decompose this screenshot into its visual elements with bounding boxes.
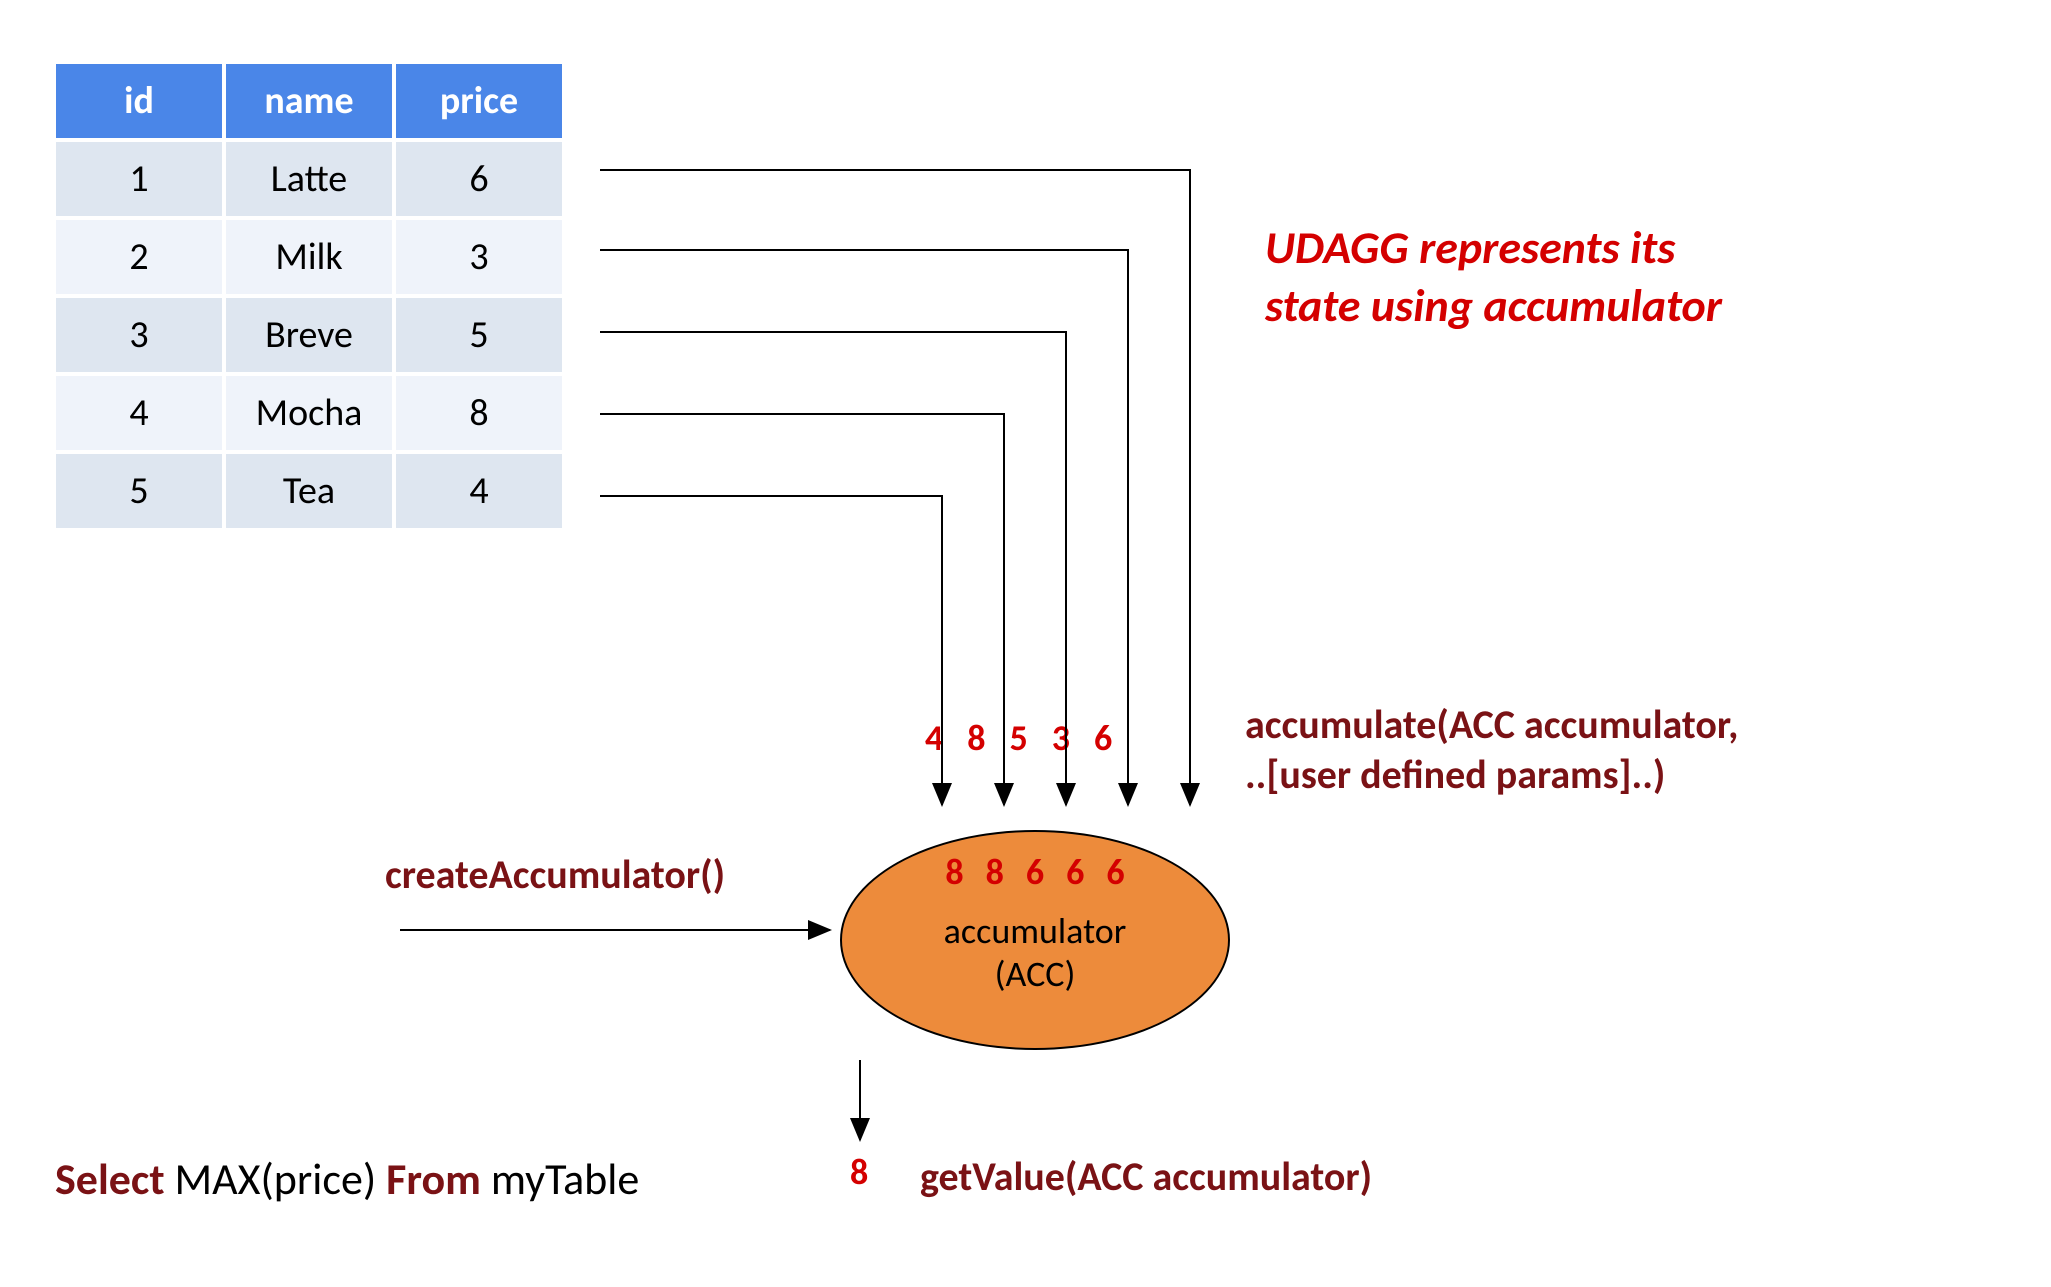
accumulator-label: accumulator (ACC) <box>944 910 1127 996</box>
cell: Breve <box>224 296 394 374</box>
row-arrow-5 <box>600 496 942 805</box>
col-name: name <box>224 62 394 140</box>
col-id: id <box>54 62 224 140</box>
incoming-value: 5 <box>1010 716 1028 760</box>
table-row: 1 Latte 6 <box>54 140 564 218</box>
cell: 6 <box>394 140 564 218</box>
incoming-value: 3 <box>1052 716 1070 760</box>
inner-value: 8 <box>986 850 1004 894</box>
label-accumulate: accumulate(ACC accumulator, ..[user defi… <box>1245 700 1739 800</box>
cell: 5 <box>394 296 564 374</box>
row-arrow-1 <box>600 170 1190 805</box>
inner-value: 6 <box>1106 850 1124 894</box>
label-createAccumulator: createAccumulator() <box>385 850 725 899</box>
accumulator-ellipse: 8 8 6 6 6 accumulator (ACC) <box>840 830 1230 1050</box>
table-row: 4 Mocha 8 <box>54 374 564 452</box>
table-row: 5 Tea 4 <box>54 452 564 530</box>
cell: 1 <box>54 140 224 218</box>
incoming-values: 4 8 5 3 6 <box>925 716 1112 760</box>
inner-value: 8 <box>945 850 963 894</box>
source-table: id name price 1 Latte 6 2 Milk 3 3 Breve… <box>52 60 566 532</box>
cell: Milk <box>224 218 394 296</box>
acc-label-line: (ACC) <box>944 953 1127 996</box>
caption-line: state using accumulator <box>1265 278 1722 336</box>
cell: Latte <box>224 140 394 218</box>
cell: 3 <box>394 218 564 296</box>
cell: 3 <box>54 296 224 374</box>
cell: Mocha <box>224 374 394 452</box>
sql-token: MAX(price) <box>175 1152 387 1206</box>
sql-token: From <box>386 1152 491 1206</box>
sql-token: Select <box>55 1152 175 1206</box>
label-accumulate-line: ..[user defined params]..) <box>1245 750 1665 799</box>
output-value: 8 <box>850 1150 868 1194</box>
caption-line: UDAGG represents its <box>1265 220 1722 278</box>
incoming-value: 4 <box>925 716 943 760</box>
cell: 4 <box>394 452 564 530</box>
incoming-value: 6 <box>1094 716 1112 760</box>
inner-values: 8 8 6 6 6 <box>842 850 1228 894</box>
diagram-canvas: id name price 1 Latte 6 2 Milk 3 3 Breve… <box>0 0 2051 1287</box>
inner-value: 6 <box>1026 850 1044 894</box>
cell: 5 <box>54 452 224 530</box>
table-row: 2 Milk 3 <box>54 218 564 296</box>
incoming-value: 8 <box>967 716 985 760</box>
cell: 4 <box>54 374 224 452</box>
label-getValue: getValue(ACC accumulator) <box>920 1152 1372 1201</box>
table-row: 3 Breve 5 <box>54 296 564 374</box>
cell: 2 <box>54 218 224 296</box>
acc-label-line: accumulator <box>944 910 1127 953</box>
cell: Tea <box>224 452 394 530</box>
col-price: price <box>394 62 564 140</box>
cell: 8 <box>394 374 564 452</box>
inner-value: 6 <box>1066 850 1084 894</box>
caption-udagg: UDAGG represents its state using accumul… <box>1265 220 1722 335</box>
label-accumulate-line: accumulate(ACC accumulator, <box>1245 700 1739 749</box>
sql-token: myTable <box>491 1152 639 1206</box>
sql-query: Select MAX(price) From myTable <box>55 1152 639 1206</box>
